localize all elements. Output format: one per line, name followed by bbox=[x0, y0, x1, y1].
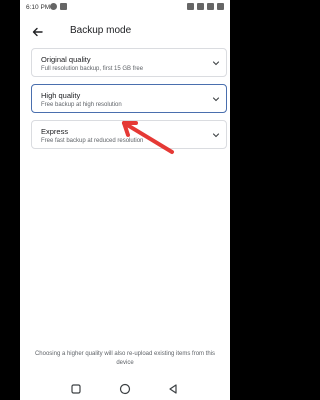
status-time: 6:10 PM bbox=[26, 4, 51, 11]
chevron-down-icon[interactable] bbox=[211, 94, 221, 104]
phone-screen: 6:10 PM Backup mode Original quality Ful… bbox=[20, 0, 230, 400]
system-nav-bar bbox=[20, 378, 230, 400]
option-subtitle: Free backup at high resolution bbox=[41, 102, 122, 108]
option-subtitle: Full resolution backup, first 15 GB free bbox=[41, 66, 144, 72]
signal-icon bbox=[197, 3, 204, 10]
nav-back-button[interactable] bbox=[166, 382, 180, 396]
arrow-back-icon bbox=[32, 27, 43, 37]
option-title: Express bbox=[41, 127, 69, 136]
recents-button[interactable] bbox=[69, 382, 83, 396]
option-title: Original quality bbox=[41, 55, 91, 64]
circle-icon bbox=[119, 383, 131, 395]
page-title: Backup mode bbox=[70, 25, 132, 36]
home-button[interactable] bbox=[118, 382, 132, 396]
app-bar: Backup mode bbox=[20, 20, 230, 44]
system-icons bbox=[187, 3, 224, 10]
option-title: High quality bbox=[41, 91, 81, 100]
wifi-icon bbox=[207, 3, 214, 10]
notification-icon bbox=[60, 3, 67, 10]
option-subtitle: Free fast backup at reduced resolution bbox=[41, 138, 144, 144]
square-icon bbox=[71, 384, 81, 394]
option-express[interactable]: Express Free fast backup at reduced reso… bbox=[31, 120, 227, 149]
status-bar: 6:10 PM bbox=[20, 0, 230, 17]
signal-icon bbox=[187, 3, 194, 10]
chevron-down-icon[interactable] bbox=[211, 130, 221, 140]
option-high-quality[interactable]: High quality Free backup at high resolut… bbox=[31, 84, 227, 113]
notification-icon bbox=[50, 3, 57, 10]
notification-icons bbox=[50, 3, 67, 10]
battery-icon bbox=[217, 3, 224, 10]
option-original-quality[interactable]: Original quality Full resolution backup,… bbox=[31, 48, 227, 77]
chevron-down-icon[interactable] bbox=[211, 58, 221, 68]
back-button[interactable] bbox=[26, 20, 50, 44]
triangle-icon bbox=[169, 384, 177, 394]
footer-note: Choosing a higher quality will also re-u… bbox=[34, 351, 216, 366]
